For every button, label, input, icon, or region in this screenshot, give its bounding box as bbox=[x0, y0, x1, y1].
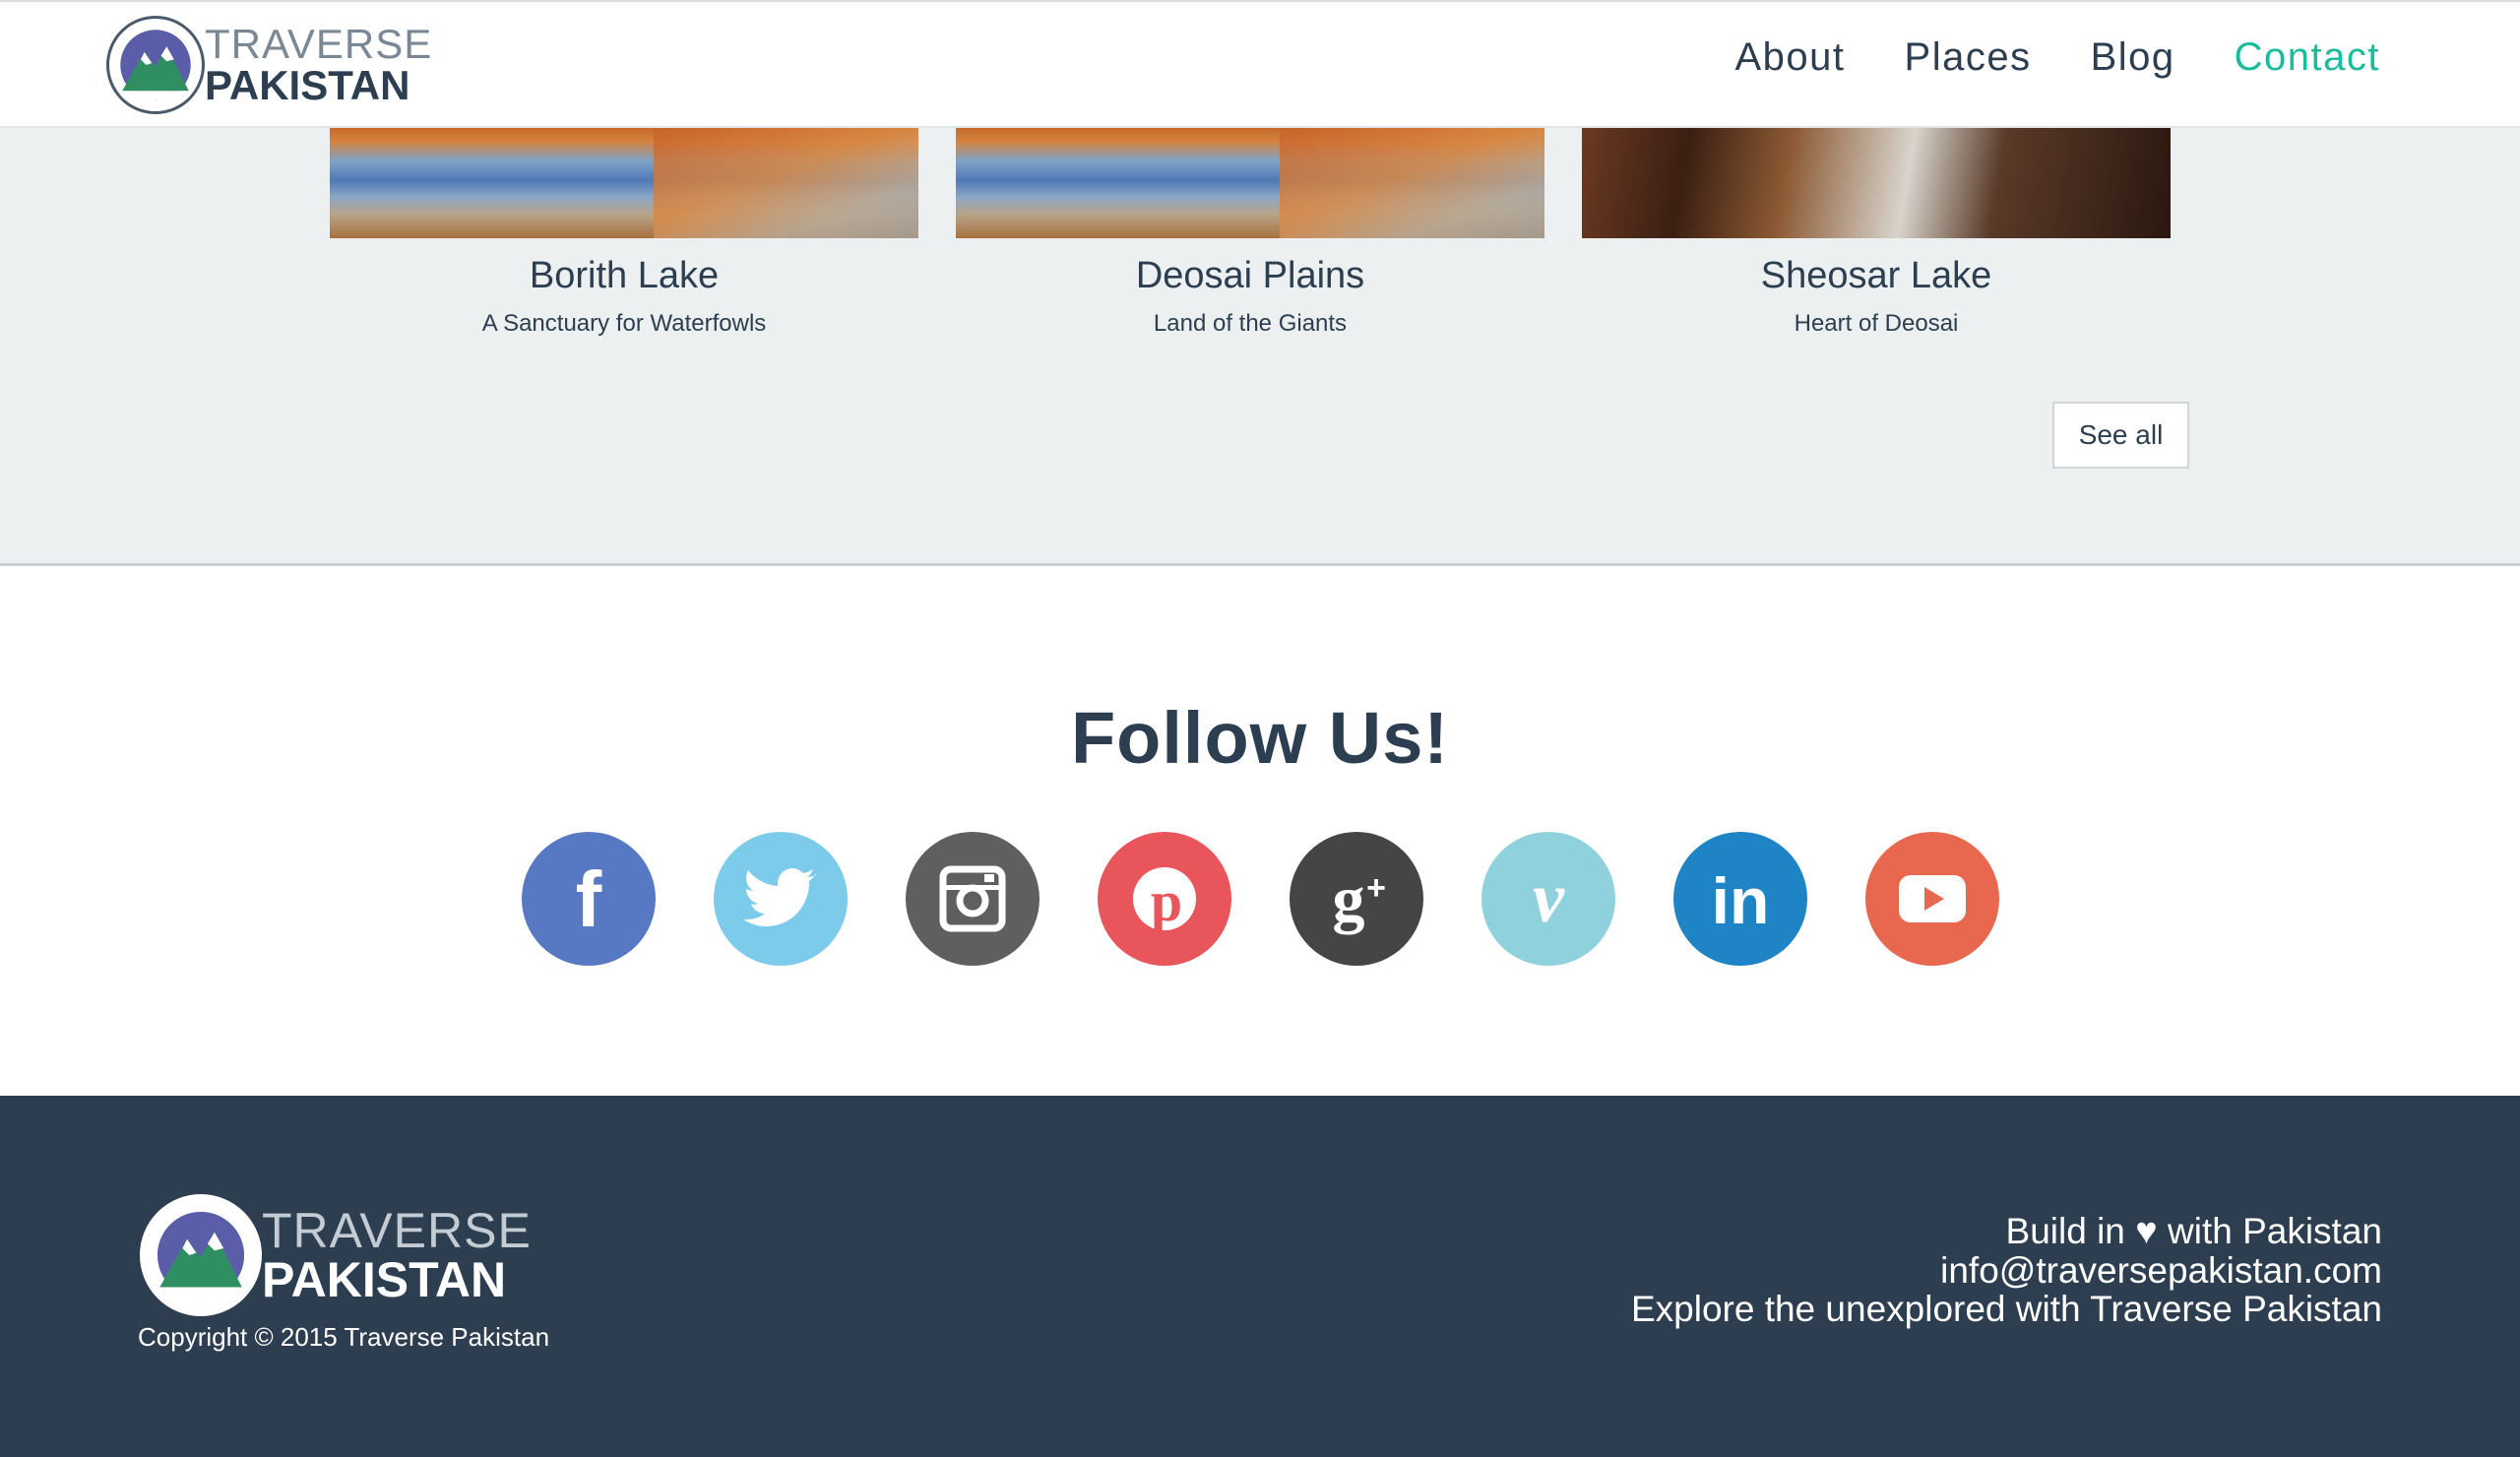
footer-email[interactable]: info@traversepakistan.com bbox=[1631, 1251, 2382, 1290]
place-image[interactable] bbox=[956, 128, 1544, 238]
place-title[interactable]: Borith Lake bbox=[330, 252, 918, 299]
svg-text:g: g bbox=[1333, 863, 1365, 935]
site-footer: TRAVERSE PAKISTAN Copyright © 2015 Trave… bbox=[0, 1096, 2520, 1457]
vimeo-icon[interactable]: v bbox=[1481, 832, 1615, 966]
logo-text-bottom: PAKISTAN bbox=[262, 1252, 507, 1307]
heart-icon: ♥ bbox=[2135, 1211, 2158, 1252]
nav-contact[interactable]: Contact bbox=[2235, 30, 2380, 85]
see-all-button[interactable]: See all bbox=[2052, 402, 2189, 469]
place-title[interactable]: Deosai Plains bbox=[956, 252, 1544, 299]
place-subtitle: A Sanctuary for Waterfowls bbox=[481, 310, 767, 337]
svg-text:+: + bbox=[1366, 869, 1386, 907]
header-logo[interactable]: TRAVERSE PAKISTAN bbox=[106, 16, 432, 114]
place-subtitle: Heart of Deosai bbox=[1794, 310, 1959, 337]
follow-title: Follow Us! bbox=[1070, 697, 1450, 779]
site-header: TRAVERSE PAKISTAN About Places Blog Cont… bbox=[0, 0, 2520, 128]
logo-text-top: TRAVERSE bbox=[262, 1203, 532, 1258]
place-card-deosai-plains[interactable]: Deosai Plains Land of the Giants bbox=[956, 128, 1544, 341]
build-suffix: with Pakistan bbox=[2168, 1211, 2382, 1251]
nav-blog[interactable]: Blog bbox=[2091, 30, 2175, 85]
mountain-logo-icon bbox=[106, 16, 205, 114]
pinterest-icon[interactable]: p bbox=[1098, 832, 1231, 966]
copyright-text: Copyright © 2015 Traverse Pakistan bbox=[138, 1322, 550, 1352]
place-card-sheosar-lake[interactable]: Sheosar Lake Heart of Deosai bbox=[1582, 128, 2171, 341]
social-links: f p g + v in bbox=[0, 832, 2520, 966]
svg-text:p: p bbox=[1151, 869, 1182, 933]
logo-text: TRAVERSE PAKISTAN bbox=[205, 24, 432, 106]
build-prefix: Build in bbox=[2005, 1211, 2125, 1251]
place-card-borith-lake[interactable]: Borith Lake A Sanctuary for Waterfowls bbox=[330, 128, 918, 341]
nav-about[interactable]: About bbox=[1734, 30, 1845, 85]
facebook-icon[interactable]: f bbox=[522, 832, 656, 966]
google-plus-icon[interactable]: g + bbox=[1290, 832, 1423, 966]
place-image[interactable] bbox=[330, 128, 918, 238]
footer-info: Build in ♥ with Pakistan info@traversepa… bbox=[1631, 1212, 2382, 1328]
place-title[interactable]: Sheosar Lake bbox=[1582, 252, 2171, 299]
main-nav: About Places Blog Contact bbox=[1734, 30, 2380, 85]
build-line: Build in ♥ with Pakistan bbox=[1631, 1212, 2382, 1251]
footer-logo[interactable]: TRAVERSE PAKISTAN bbox=[140, 1194, 532, 1316]
places-section: Borith Lake A Sanctuary for Waterfowls D… bbox=[0, 128, 2520, 566]
instagram-icon[interactable] bbox=[906, 832, 1040, 966]
place-image[interactable] bbox=[1582, 128, 2171, 238]
logo-text-bottom: PAKISTAN bbox=[205, 62, 410, 108]
mountain-logo-icon bbox=[140, 1194, 262, 1316]
svg-text:f: f bbox=[576, 859, 602, 938]
place-subtitle: Land of the Giants bbox=[1153, 310, 1348, 337]
svg-text:in: in bbox=[1712, 864, 1770, 933]
svg-text:v: v bbox=[1533, 864, 1565, 933]
nav-places[interactable]: Places bbox=[1905, 30, 2032, 85]
logo-text: TRAVERSE PAKISTAN bbox=[262, 1206, 532, 1304]
youtube-icon[interactable] bbox=[1865, 832, 1999, 966]
logo-text-top: TRAVERSE bbox=[205, 21, 433, 67]
twitter-icon[interactable] bbox=[714, 832, 848, 966]
linkedin-icon[interactable]: in bbox=[1673, 832, 1807, 966]
footer-tagline: Explore the unexplored with Traverse Pak… bbox=[1630, 1289, 2382, 1329]
